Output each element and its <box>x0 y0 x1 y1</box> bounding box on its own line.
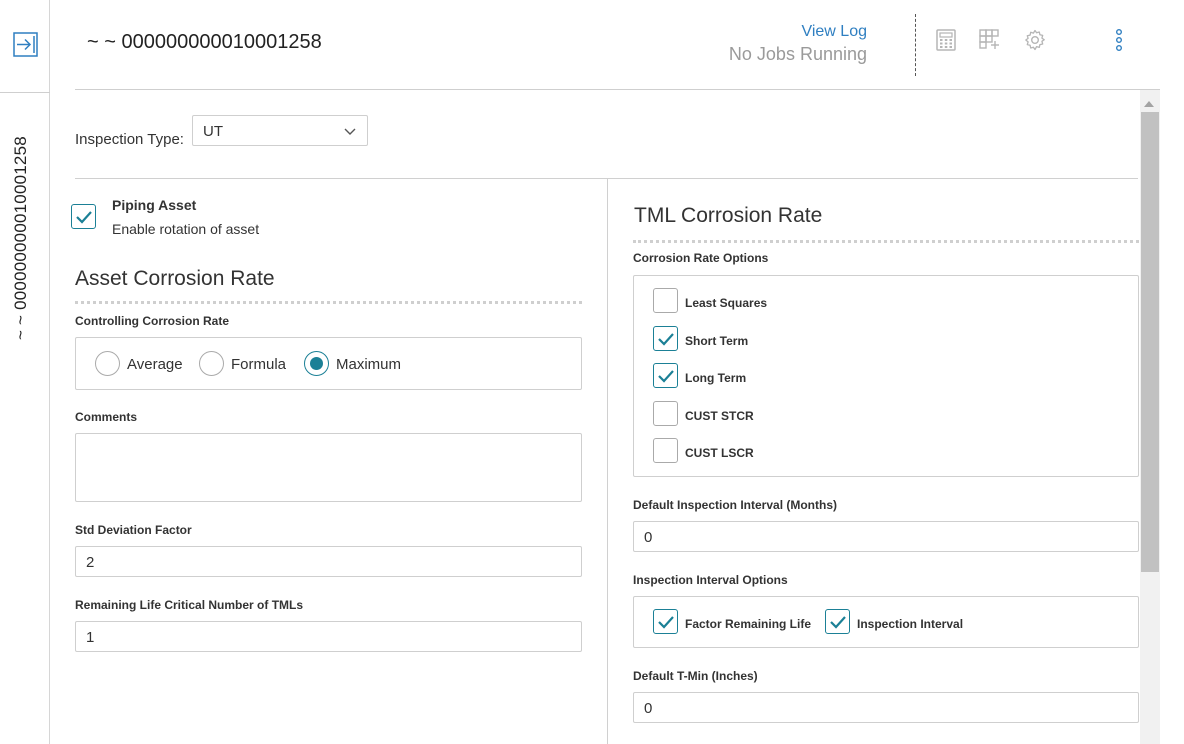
piping-asset-label: Piping Asset <box>112 197 197 213</box>
remaining-life-input[interactable]: 1 <box>75 621 582 652</box>
inspection-interval-label: Inspection Interval <box>857 617 964 631</box>
factor-remaining-life-label: Factor Remaining Life <box>685 617 812 631</box>
piping-asset-description: Enable rotation of asset <box>112 221 260 237</box>
scroll-up-arrow-icon[interactable] <box>1143 96 1155 107</box>
std-deviation-label: Std Deviation Factor <box>75 523 192 537</box>
controlling-corrosion-radio-group: Average Formula Maximum <box>75 337 582 390</box>
inspection-type-label: Inspection Type: <box>75 131 184 148</box>
jobs-status: No Jobs Running <box>728 44 867 64</box>
header-divider <box>915 14 916 76</box>
piping-asset-checkbox[interactable] <box>71 204 96 229</box>
inspection-type-select[interactable]: UT <box>192 115 368 146</box>
default-tmin-input[interactable]: 0 <box>633 692 1139 723</box>
short-term-checkbox[interactable] <box>653 326 678 351</box>
factor-remaining-life-checkbox[interactable] <box>653 609 678 634</box>
long-term-label: Long Term <box>685 371 747 385</box>
default-tmin-label: Default T-Min (Inches) <box>633 669 758 683</box>
panel-expand-icon[interactable] <box>13 32 38 57</box>
cust-lscr-label: CUST LSCR <box>685 446 754 460</box>
main-content: Inspection Type: UT Piping Asset Enable … <box>71 90 1140 744</box>
remaining-life-label: Remaining Life Critical Number of TMLs <box>75 598 304 612</box>
calculator-icon[interactable] <box>934 28 958 52</box>
least-squares-label: Least Squares <box>685 296 768 310</box>
comments-textarea[interactable] <box>75 433 582 502</box>
inspection-interval-options-group: Factor Remaining Life Inspection Interva… <box>633 596 1139 648</box>
check-icon <box>830 616 846 629</box>
column-divider <box>607 178 608 744</box>
least-squares-checkbox[interactable] <box>653 288 678 313</box>
radio-average[interactable] <box>95 351 120 376</box>
rail-divider <box>0 92 50 93</box>
comments-label: Comments <box>75 410 138 424</box>
inspection-type-value: UT <box>203 123 223 140</box>
tml-corrosion-title: TML Corrosion Rate <box>634 204 823 227</box>
tml-corrosion-dotted-rule <box>633 240 1139 243</box>
radio-maximum[interactable] <box>304 351 329 376</box>
cust-stcr-checkbox[interactable] <box>653 401 678 426</box>
check-icon <box>658 616 674 629</box>
asset-corrosion-title: Asset Corrosion Rate <box>75 267 275 290</box>
check-icon <box>76 211 92 224</box>
inspection-interval-checkbox[interactable] <box>825 609 850 634</box>
short-term-label: Short Term <box>685 334 749 348</box>
std-deviation-input[interactable]: 2 <box>75 546 582 577</box>
page-header: ~ ~ 000000000010001258 View Log No Jobs … <box>75 0 1160 90</box>
long-term-checkbox[interactable] <box>653 363 678 388</box>
corrosion-rate-options-group: Least Squares Short Term Long Term CUST … <box>633 275 1139 477</box>
radio-average-label: Average <box>127 356 183 373</box>
inspection-interval-options-label: Inspection Interval Options <box>633 573 788 587</box>
corrosion-rate-options-label: Corrosion Rate Options <box>633 251 769 265</box>
radio-maximum-label: Maximum <box>336 356 402 373</box>
scrollbar-thumb[interactable] <box>1141 112 1159 572</box>
check-icon <box>658 370 674 383</box>
radio-formula[interactable] <box>199 351 224 376</box>
page-title: ~ ~ 000000000010001258 <box>87 31 322 53</box>
chevron-down-icon <box>343 125 357 137</box>
cust-stcr-label: CUST STCR <box>685 409 754 423</box>
default-inspection-interval-label: Default Inspection Interval (Months) <box>633 498 838 512</box>
default-inspection-interval-input[interactable]: 0 <box>633 521 1139 552</box>
view-log-link[interactable]: View Log <box>801 23 867 41</box>
check-icon <box>658 333 674 346</box>
gear-icon[interactable] <box>1023 28 1047 52</box>
rail-vertical-title: ~ ~ 000000000010001258 <box>11 118 33 348</box>
left-rail: ~ ~ 000000000010001258 <box>0 0 50 744</box>
asset-corrosion-dotted-rule <box>75 301 582 304</box>
controlling-corrosion-label: Controlling Corrosion Rate <box>75 314 229 328</box>
grid-add-icon[interactable] <box>978 28 1002 52</box>
more-vertical-icon[interactable] <box>1107 28 1131 52</box>
cust-lscr-checkbox[interactable] <box>653 438 678 463</box>
rail-vertical-title-text: ~ ~ 000000000010001258 <box>11 136 30 340</box>
radio-formula-label: Formula <box>231 356 287 373</box>
